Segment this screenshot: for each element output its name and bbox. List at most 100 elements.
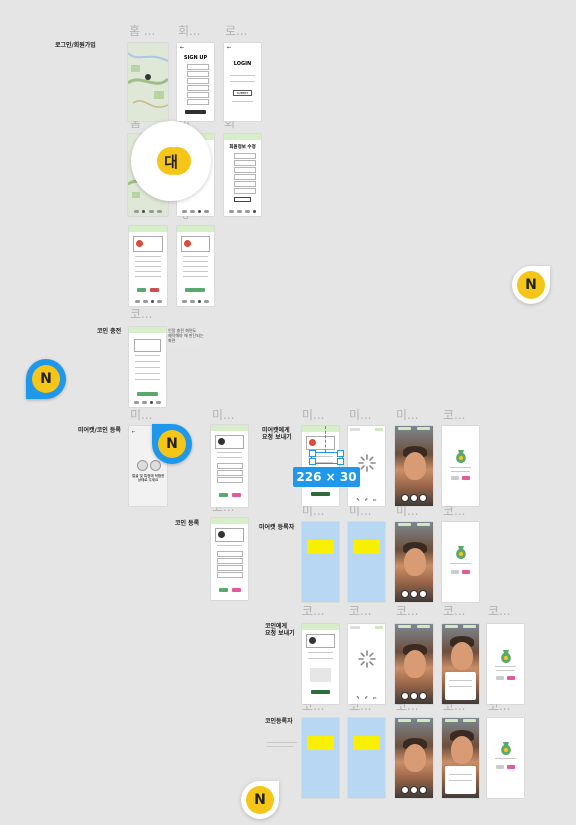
registrant-frame[interactable] <box>302 522 339 602</box>
chat-icon[interactable]: ▭ <box>373 695 377 700</box>
secondary-button[interactable] <box>496 676 504 680</box>
profile-edit-frame[interactable]: 회원정보 수정 <box>224 134 261 216</box>
login-links[interactable] <box>232 101 253 102</box>
login-id-field[interactable] <box>230 75 255 76</box>
tool-icon[interactable]: ✐ <box>365 497 368 502</box>
form-field[interactable] <box>217 565 243 571</box>
cursor-avatar[interactable]: N <box>152 424 192 464</box>
frame-label[interactable]: 코... <box>443 409 465 421</box>
signup-field[interactable] <box>187 85 209 91</box>
confirm-button[interactable] <box>219 493 228 497</box>
frame-label[interactable]: 미... <box>302 505 324 517</box>
registrant-frame[interactable] <box>348 522 385 602</box>
selection-handle[interactable] <box>337 450 344 457</box>
meme-request-frame[interactable] <box>302 426 339 506</box>
frame-label[interactable]: 미... <box>212 409 234 421</box>
send-request-button[interactable] <box>311 690 330 694</box>
collaborator-avatar-large[interactable]: 대 <box>131 121 211 201</box>
frame-label[interactable]: 코... <box>443 605 465 617</box>
camera-controls[interactable] <box>401 494 427 502</box>
frame-label[interactable]: 미... <box>396 409 418 421</box>
figma-canvas[interactable]: 로그인/회원가입 코인 충전 미어캣/코인 등록 코인 등록 미어캣에게 요청 … <box>0 0 576 825</box>
confirm-button[interactable] <box>185 288 205 292</box>
tool-icon[interactable]: ✐ <box>365 695 368 700</box>
form-field[interactable] <box>217 551 243 557</box>
login-frame[interactable]: ← LOGIN SUBMIT <box>224 43 261 121</box>
form-field[interactable] <box>217 477 243 483</box>
primary-button[interactable] <box>462 570 470 574</box>
chat-icon[interactable]: ▭ <box>373 497 377 502</box>
selection-handle[interactable] <box>309 450 316 457</box>
confirm-button[interactable] <box>137 288 146 292</box>
photo-placeholder[interactable] <box>137 460 148 471</box>
signup-field[interactable] <box>187 64 209 70</box>
camera-photo-frame[interactable] <box>395 718 433 798</box>
frame-label[interactable]: 코... <box>349 605 371 617</box>
signup-field[interactable] <box>187 78 209 84</box>
frame-label[interactable]: 미... <box>302 409 324 421</box>
camera-photo-frame[interactable] <box>442 624 479 704</box>
login-password-field[interactable] <box>230 81 255 82</box>
secondary-button[interactable] <box>451 476 459 480</box>
form-field[interactable] <box>217 463 243 469</box>
coin-charge-frame[interactable] <box>129 327 166 407</box>
result-frame[interactable] <box>442 522 479 602</box>
charge-button[interactable] <box>137 392 158 396</box>
signup-field[interactable] <box>187 99 209 105</box>
signup-field[interactable] <box>187 71 209 77</box>
frame-label[interactable]: 미... <box>349 409 371 421</box>
frame-label[interactable]: 코... <box>302 605 324 617</box>
back-arrow-icon[interactable]: ← <box>180 45 184 51</box>
coin-form-frame[interactable] <box>211 518 248 600</box>
login-submit-button[interactable]: SUBMIT <box>233 90 252 96</box>
camera-controls[interactable] <box>401 590 427 598</box>
cursor-avatar[interactable]: N <box>26 359 66 399</box>
coin-request-frame[interactable] <box>302 624 339 704</box>
detail-frame-2[interactable] <box>177 226 214 306</box>
camera-photo-frame[interactable] <box>442 718 479 798</box>
bottom-sheet[interactable] <box>445 672 476 700</box>
selection-handle[interactable] <box>337 458 344 465</box>
back-arrow-icon[interactable]: ← <box>227 45 231 51</box>
frame-label[interactable]: 미... <box>396 505 418 517</box>
frame-label[interactable]: 미... <box>349 505 371 517</box>
result-frame[interactable] <box>487 624 524 704</box>
frame-label[interactable]: 회... <box>178 25 200 37</box>
profile-save-button[interactable] <box>234 197 251 202</box>
home-map-frame[interactable] <box>128 43 168 121</box>
back-arrow-icon[interactable]: ← <box>132 429 135 434</box>
frame-label[interactable]: 홈 ... <box>129 25 155 37</box>
loading-frame[interactable]: ✎ ✐ ▭ <box>348 624 385 704</box>
detail-frame-1[interactable] <box>129 226 167 306</box>
bottom-sheet[interactable] <box>445 766 476 794</box>
profile-field[interactable] <box>234 174 256 180</box>
camera-controls[interactable] <box>401 786 427 794</box>
secondary-button[interactable] <box>451 570 459 574</box>
cursor-avatar[interactable]: N <box>512 266 550 304</box>
send-request-button[interactable] <box>311 492 330 496</box>
profile-field[interactable] <box>234 167 256 173</box>
selection-handle[interactable] <box>309 458 316 465</box>
camera-photo-frame[interactable] <box>395 522 433 602</box>
loading-frame[interactable]: ✎ ✐ ▭ <box>348 426 385 506</box>
camera-photo-frame[interactable] <box>395 426 433 506</box>
cursor-avatar[interactable]: N <box>241 781 279 819</box>
meme-form-frame[interactable] <box>211 425 248 507</box>
registrant-frame[interactable] <box>348 718 385 798</box>
result-frame[interactable] <box>442 426 479 506</box>
frame-label[interactable]: 코... <box>488 605 510 617</box>
signup-frame[interactable]: ← SIGN UP <box>177 43 214 121</box>
secondary-button[interactable] <box>496 765 504 769</box>
camera-controls[interactable] <box>401 692 427 700</box>
frame-label[interactable]: 코... <box>130 308 152 320</box>
profile-field[interactable] <box>234 181 256 187</box>
frame-label[interactable]: 로... <box>225 25 247 37</box>
primary-button[interactable] <box>462 476 470 480</box>
signup-field[interactable] <box>187 92 209 98</box>
profile-field[interactable] <box>234 160 256 166</box>
form-field[interactable] <box>217 558 243 564</box>
primary-button[interactable] <box>507 676 515 680</box>
cancel-button[interactable] <box>232 493 241 497</box>
frame-label[interactable]: 미... <box>130 409 152 421</box>
primary-button[interactable] <box>507 765 515 769</box>
